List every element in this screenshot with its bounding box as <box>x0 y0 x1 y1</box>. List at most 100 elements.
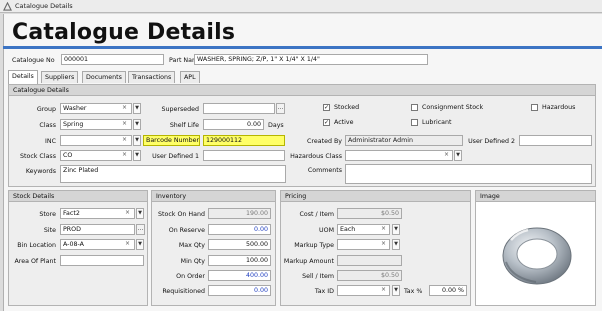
part-name-field[interactable]: WASHER, SPRING; Z/P, 1" X 1/4" X 1/4" <box>194 54 428 65</box>
clear-icon[interactable]: × <box>122 151 127 158</box>
hazardous-class-select[interactable] <box>345 150 453 161</box>
clear-icon[interactable]: × <box>122 104 127 111</box>
keywords-field[interactable]: Zinc Plated <box>60 165 286 183</box>
site-field[interactable]: PROD <box>60 224 135 235</box>
cost-per-item-field: $0.50 <box>337 208 402 219</box>
superseded-label: Superseded <box>161 106 199 113</box>
chevron-down-icon[interactable]: ▼ <box>136 239 144 250</box>
cost-per-item-label: Cost / Item <box>299 211 334 218</box>
chevron-down-icon[interactable]: ▼ <box>133 150 141 161</box>
catalogue-no-label: Catalogue No <box>12 57 55 64</box>
lubricant-label: Lubricant <box>422 119 452 126</box>
window-titlebar: Catalogue Details <box>0 0 602 13</box>
accent-bar <box>3 46 602 49</box>
sell-per-item-label: Sell / Item <box>302 273 334 280</box>
created-by-label: Created By <box>307 138 342 145</box>
superseded-lookup-button[interactable]: ... <box>276 103 285 114</box>
chevron-down-icon[interactable]: ▼ <box>454 150 462 161</box>
hazardous-label: Hazardous <box>542 104 576 111</box>
inventory-heading: Inventory <box>152 191 275 202</box>
store-label: Store <box>39 211 56 218</box>
catalogue-no-field[interactable]: 000001 <box>61 54 164 65</box>
uom-label: UOM <box>319 227 334 234</box>
stocked-label: Stocked <box>334 104 360 111</box>
tab-details[interactable]: Details <box>8 70 38 84</box>
on-reserve-field[interactable]: 0.00 <box>208 224 271 235</box>
tab-suppliers[interactable]: Suppliers <box>41 71 79 83</box>
barcode-field[interactable]: 129000112 <box>203 135 285 146</box>
bin-location-label: Bin Location <box>17 242 56 249</box>
comments-label: Comments <box>307 167 342 174</box>
user-defined-2-field[interactable] <box>519 135 592 146</box>
spring-washer-image <box>502 227 572 285</box>
stocked-checkbox[interactable]: ✓ <box>323 104 330 111</box>
min-qty-field[interactable]: 100.00 <box>208 255 271 266</box>
superseded-field[interactable] <box>203 103 275 114</box>
barcode-label: Barcode Number <box>143 135 200 146</box>
site-lookup-button[interactable]: ... <box>136 224 145 235</box>
catalogue-details-heading: Catalogue Details <box>9 85 595 96</box>
tab-documents[interactable]: Documents <box>82 71 126 83</box>
class-label: Class <box>39 122 56 129</box>
user-defined-2-label: User Defined 2 <box>468 138 515 145</box>
group-label: Group <box>36 106 56 113</box>
image-heading: Image <box>476 191 595 202</box>
tax-percent-field[interactable]: 0.00 % <box>429 285 467 296</box>
clear-icon[interactable]: × <box>381 240 386 247</box>
min-qty-label: Min Qty <box>180 258 205 265</box>
requisitioned-field[interactable]: 0.00 <box>208 285 271 296</box>
clear-icon[interactable]: × <box>381 225 386 232</box>
chevron-down-icon[interactable]: ▼ <box>133 119 141 130</box>
lubricant-checkbox[interactable] <box>411 119 418 126</box>
shelf-life-unit: Days <box>268 122 284 129</box>
tab-apl[interactable]: APL <box>180 71 200 83</box>
consignment-checkbox[interactable] <box>411 104 418 111</box>
tab-transactions[interactable]: Transactions <box>128 71 176 83</box>
markup-amount-label: Markup Amount <box>283 258 334 265</box>
clear-icon[interactable]: × <box>381 286 386 293</box>
consignment-label: Consignment Stock <box>422 104 484 111</box>
sell-per-item-field: $0.50 <box>337 270 402 281</box>
clear-icon[interactable]: × <box>125 209 130 216</box>
stock-on-hand-field: 190.00 <box>208 208 271 219</box>
inc-label: INC <box>45 138 56 145</box>
created-by-field: Administrator Admin <box>345 135 463 146</box>
clear-icon[interactable]: × <box>122 120 127 127</box>
tax-id-label: Tax ID <box>314 288 334 295</box>
chevron-down-icon[interactable]: ▼ <box>136 208 144 219</box>
max-qty-label: Max Qty <box>178 242 205 249</box>
chevron-down-icon[interactable]: ▼ <box>392 239 400 250</box>
comments-field[interactable] <box>345 164 592 184</box>
max-qty-field[interactable]: 500.00 <box>208 239 271 250</box>
user-defined-1-field[interactable] <box>203 150 285 161</box>
tax-percent-label: Tax % <box>404 288 423 295</box>
chevron-down-icon[interactable]: ▼ <box>133 103 141 114</box>
requisitioned-label: Requisitioned <box>162 288 205 295</box>
active-label: Active <box>334 119 354 126</box>
hazardous-checkbox[interactable] <box>531 104 538 111</box>
shelf-life-field[interactable]: 0.00 <box>203 119 264 130</box>
user-defined-1-label: User Defined 1 <box>152 153 199 160</box>
clear-icon[interactable]: × <box>125 240 130 247</box>
chevron-down-icon[interactable]: ▼ <box>392 224 400 235</box>
chevron-down-icon[interactable]: ▼ <box>133 135 141 146</box>
window-title: Catalogue Details <box>15 2 73 10</box>
stock-on-hand-label: Stock On Hand <box>158 211 205 218</box>
bin-location-select[interactable]: A-08-A <box>60 239 135 250</box>
clear-icon[interactable]: × <box>122 136 127 143</box>
page-title: Catalogue Details <box>12 20 236 45</box>
app-logo-icon <box>3 2 12 11</box>
on-order-field[interactable]: 400.00 <box>208 270 271 281</box>
area-of-plant-field[interactable] <box>60 255 144 266</box>
on-reserve-label: On Reserve <box>168 227 205 234</box>
markup-amount-field <box>337 255 402 266</box>
markup-type-label: Markup Type <box>294 242 334 249</box>
active-checkbox[interactable]: ✓ <box>323 119 330 126</box>
store-select[interactable]: Fact2 <box>60 208 135 219</box>
site-label: Site <box>43 227 56 234</box>
chevron-down-icon[interactable]: ▼ <box>392 285 400 296</box>
pricing-heading: Pricing <box>281 191 470 202</box>
hazardous-class-label: Hazardous Class <box>290 153 342 160</box>
clear-icon[interactable]: × <box>444 151 449 158</box>
stock-class-label: Stock Class <box>20 153 56 160</box>
